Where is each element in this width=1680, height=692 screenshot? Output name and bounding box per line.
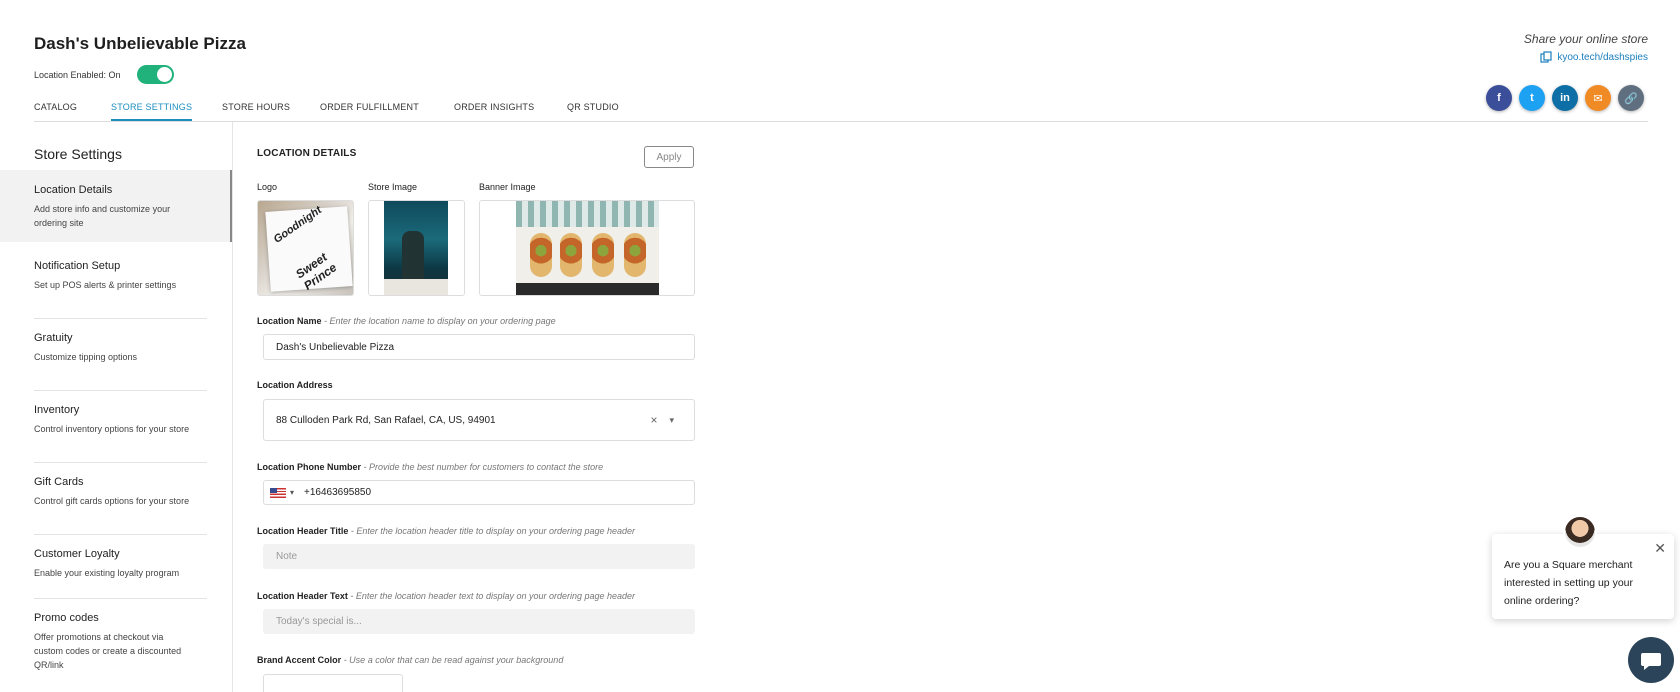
email-share-button[interactable]: ✉ [1585,85,1611,111]
pizza-4 [624,233,646,277]
location-details-panel: LOCATION DETAILS Apply Logo Goodnight Sw… [257,122,697,692]
share-link[interactable]: kyoo.tech/dashspies [1540,51,1648,63]
tab-order-fulfillment[interactable]: ORDER FULFILLMENT [320,102,419,119]
sidebar-divider [34,598,207,599]
us-flag-icon[interactable] [270,487,286,498]
sidebar-item-title: Gift Cards [34,476,84,488]
logo-artwork: Goodnight Sweet Prince [258,201,353,295]
sidebar-title: Store Settings [34,146,122,162]
chat-launcher-button[interactable] [1628,637,1674,683]
sidebar-item-gift-cards[interactable]: Gift Cards Control gift cards options for… [0,466,232,530]
sidebar-item-inventory[interactable]: Inventory Control inventory options for y… [0,394,232,458]
sidebar-item-desc: Enable your existing loyalty program [34,568,180,578]
sidebar-divider [34,318,207,319]
facebook-icon: f [1497,92,1501,104]
brand-color-label: Brand Accent Color - Use a color that ca… [257,655,564,665]
banner-tiles [516,201,659,227]
header-title-label: Location Header Title - Enter the locati… [257,526,636,536]
sidebar-item-customer-loyalty[interactable]: Customer Loyalty Enable your existing loy… [0,538,232,594]
sidebar-divider [34,390,207,391]
sidebar-item-title: Customer Loyalty [34,548,120,560]
tab-store-hours[interactable]: STORE HOURS [222,102,290,119]
location-address-select[interactable]: 88 Culloden Park Rd, San Rafael, CA, US,… [263,399,695,441]
logo-label: Logo [257,182,278,192]
phone-value: +16463695850 [304,487,372,498]
location-name-input[interactable]: Dash's Unbelievable Pizza [263,334,695,360]
pizza-2 [560,233,582,277]
store-figure [402,231,424,281]
location-address-value: 88 Culloden Park Rd, San Rafael, CA, US,… [276,414,496,426]
sidebar-item-title: Promo codes [34,612,99,624]
facebook-share-button[interactable]: f [1486,85,1512,111]
chevron-down-icon[interactable]: ▾ [669,415,674,426]
phone-label: Location Phone Number - Provide the best… [257,462,604,472]
sidebar-divider [34,462,207,463]
store-title: Dash's Unbelievable Pizza [34,34,246,53]
pizza-3 [592,233,614,277]
header-text-label: Location Header Text - Enter the locatio… [257,591,636,601]
store-table [384,279,448,295]
email-icon: ✉ [1593,92,1603,105]
linkedin-icon: in [1560,92,1570,104]
support-agent-avatar [1563,515,1597,549]
location-name-label: Location Name - Enter the location name … [257,316,556,326]
copy-icon [1540,51,1552,63]
header-title-input[interactable]: Note [263,544,695,569]
pizza-1 [530,233,552,277]
twitter-icon: t [1530,92,1534,104]
store-image-label: Store Image [368,182,418,192]
location-name-value: Dash's Unbelievable Pizza [276,341,395,353]
sidebar-item-notification-setup[interactable]: Notification Setup Set up POS alerts & pr… [0,250,232,314]
sidebar-item-title: Inventory [34,404,80,416]
link-icon: 🔗 [1624,92,1638,105]
country-dropdown-icon[interactable]: ▾ [290,488,294,497]
location-address-label: Location Address [257,380,333,390]
header-text-input[interactable]: Today's special is... [263,609,695,634]
section-title: LOCATION DETAILS [257,148,357,159]
settings-sidebar: Store Settings Location Details Add store… [0,122,233,692]
link-share-button[interactable]: 🔗 [1618,85,1644,111]
sidebar-item-title: Location Details [34,184,113,196]
header-text-placeholder: Today's special is... [276,616,362,627]
tab-qr-studio[interactable]: QR STUDIO [567,102,619,119]
header-title-placeholder: Note [276,551,298,562]
clear-icon[interactable]: × [650,413,657,427]
location-enabled-toggle[interactable] [137,65,174,84]
toggle-knob [157,67,172,82]
sidebar-divider [34,534,207,535]
logo-image[interactable]: Goodnight Sweet Prince [257,200,354,296]
chat-message: Are you a Square merchant interested in … [1504,559,1633,607]
brand-color-picker[interactable] [263,674,403,692]
store-artwork [384,201,448,295]
social-share-buttons: f t in ✉ 🔗 [1486,85,1644,111]
banner-artwork [516,201,659,295]
tab-order-insights[interactable]: ORDER INSIGHTS [454,102,534,119]
location-enabled-label: Location Enabled: On [34,70,121,80]
sidebar-item-desc: Set up POS alerts & printer settings [34,280,177,290]
sidebar-item-desc: Add store info and customize your orderi… [34,204,171,228]
store-image[interactable] [368,200,465,296]
linkedin-share-button[interactable]: in [1552,85,1578,111]
tab-catalog[interactable]: CATALOG [34,102,77,119]
sidebar-item-promo-codes[interactable]: Promo codes Offer promotions at checkout … [0,602,232,682]
share-link-text: kyoo.tech/dashspies [1557,51,1648,63]
tab-store-settings[interactable]: STORE SETTINGS [111,102,193,121]
sidebar-item-gratuity[interactable]: Gratuity Customize tipping options [0,322,232,386]
banner-image[interactable] [479,200,695,296]
sidebar-item-title: Gratuity [34,332,73,344]
phone-input[interactable]: ▾ +16463695850 [263,480,695,505]
sidebar-item-location-details[interactable]: Location Details Add store info and custo… [0,170,232,242]
apply-button[interactable]: Apply [644,146,694,168]
sidebar-item-title: Notification Setup [34,260,121,272]
sidebar-item-desc: Offer promotions at checkout via custom … [34,632,182,670]
banner-image-label: Banner Image [479,182,536,192]
sidebar-item-desc: Control inventory options for your store [34,424,190,434]
close-icon[interactable]: ✕ [1654,540,1666,557]
twitter-share-button[interactable]: t [1519,85,1545,111]
share-label: Share your online store [1523,32,1648,46]
sidebar-item-desc: Control gift cards options for your stor… [34,496,190,506]
chat-bubble-icon [1641,653,1661,670]
sidebar-item-desc: Customize tipping options [34,352,138,362]
